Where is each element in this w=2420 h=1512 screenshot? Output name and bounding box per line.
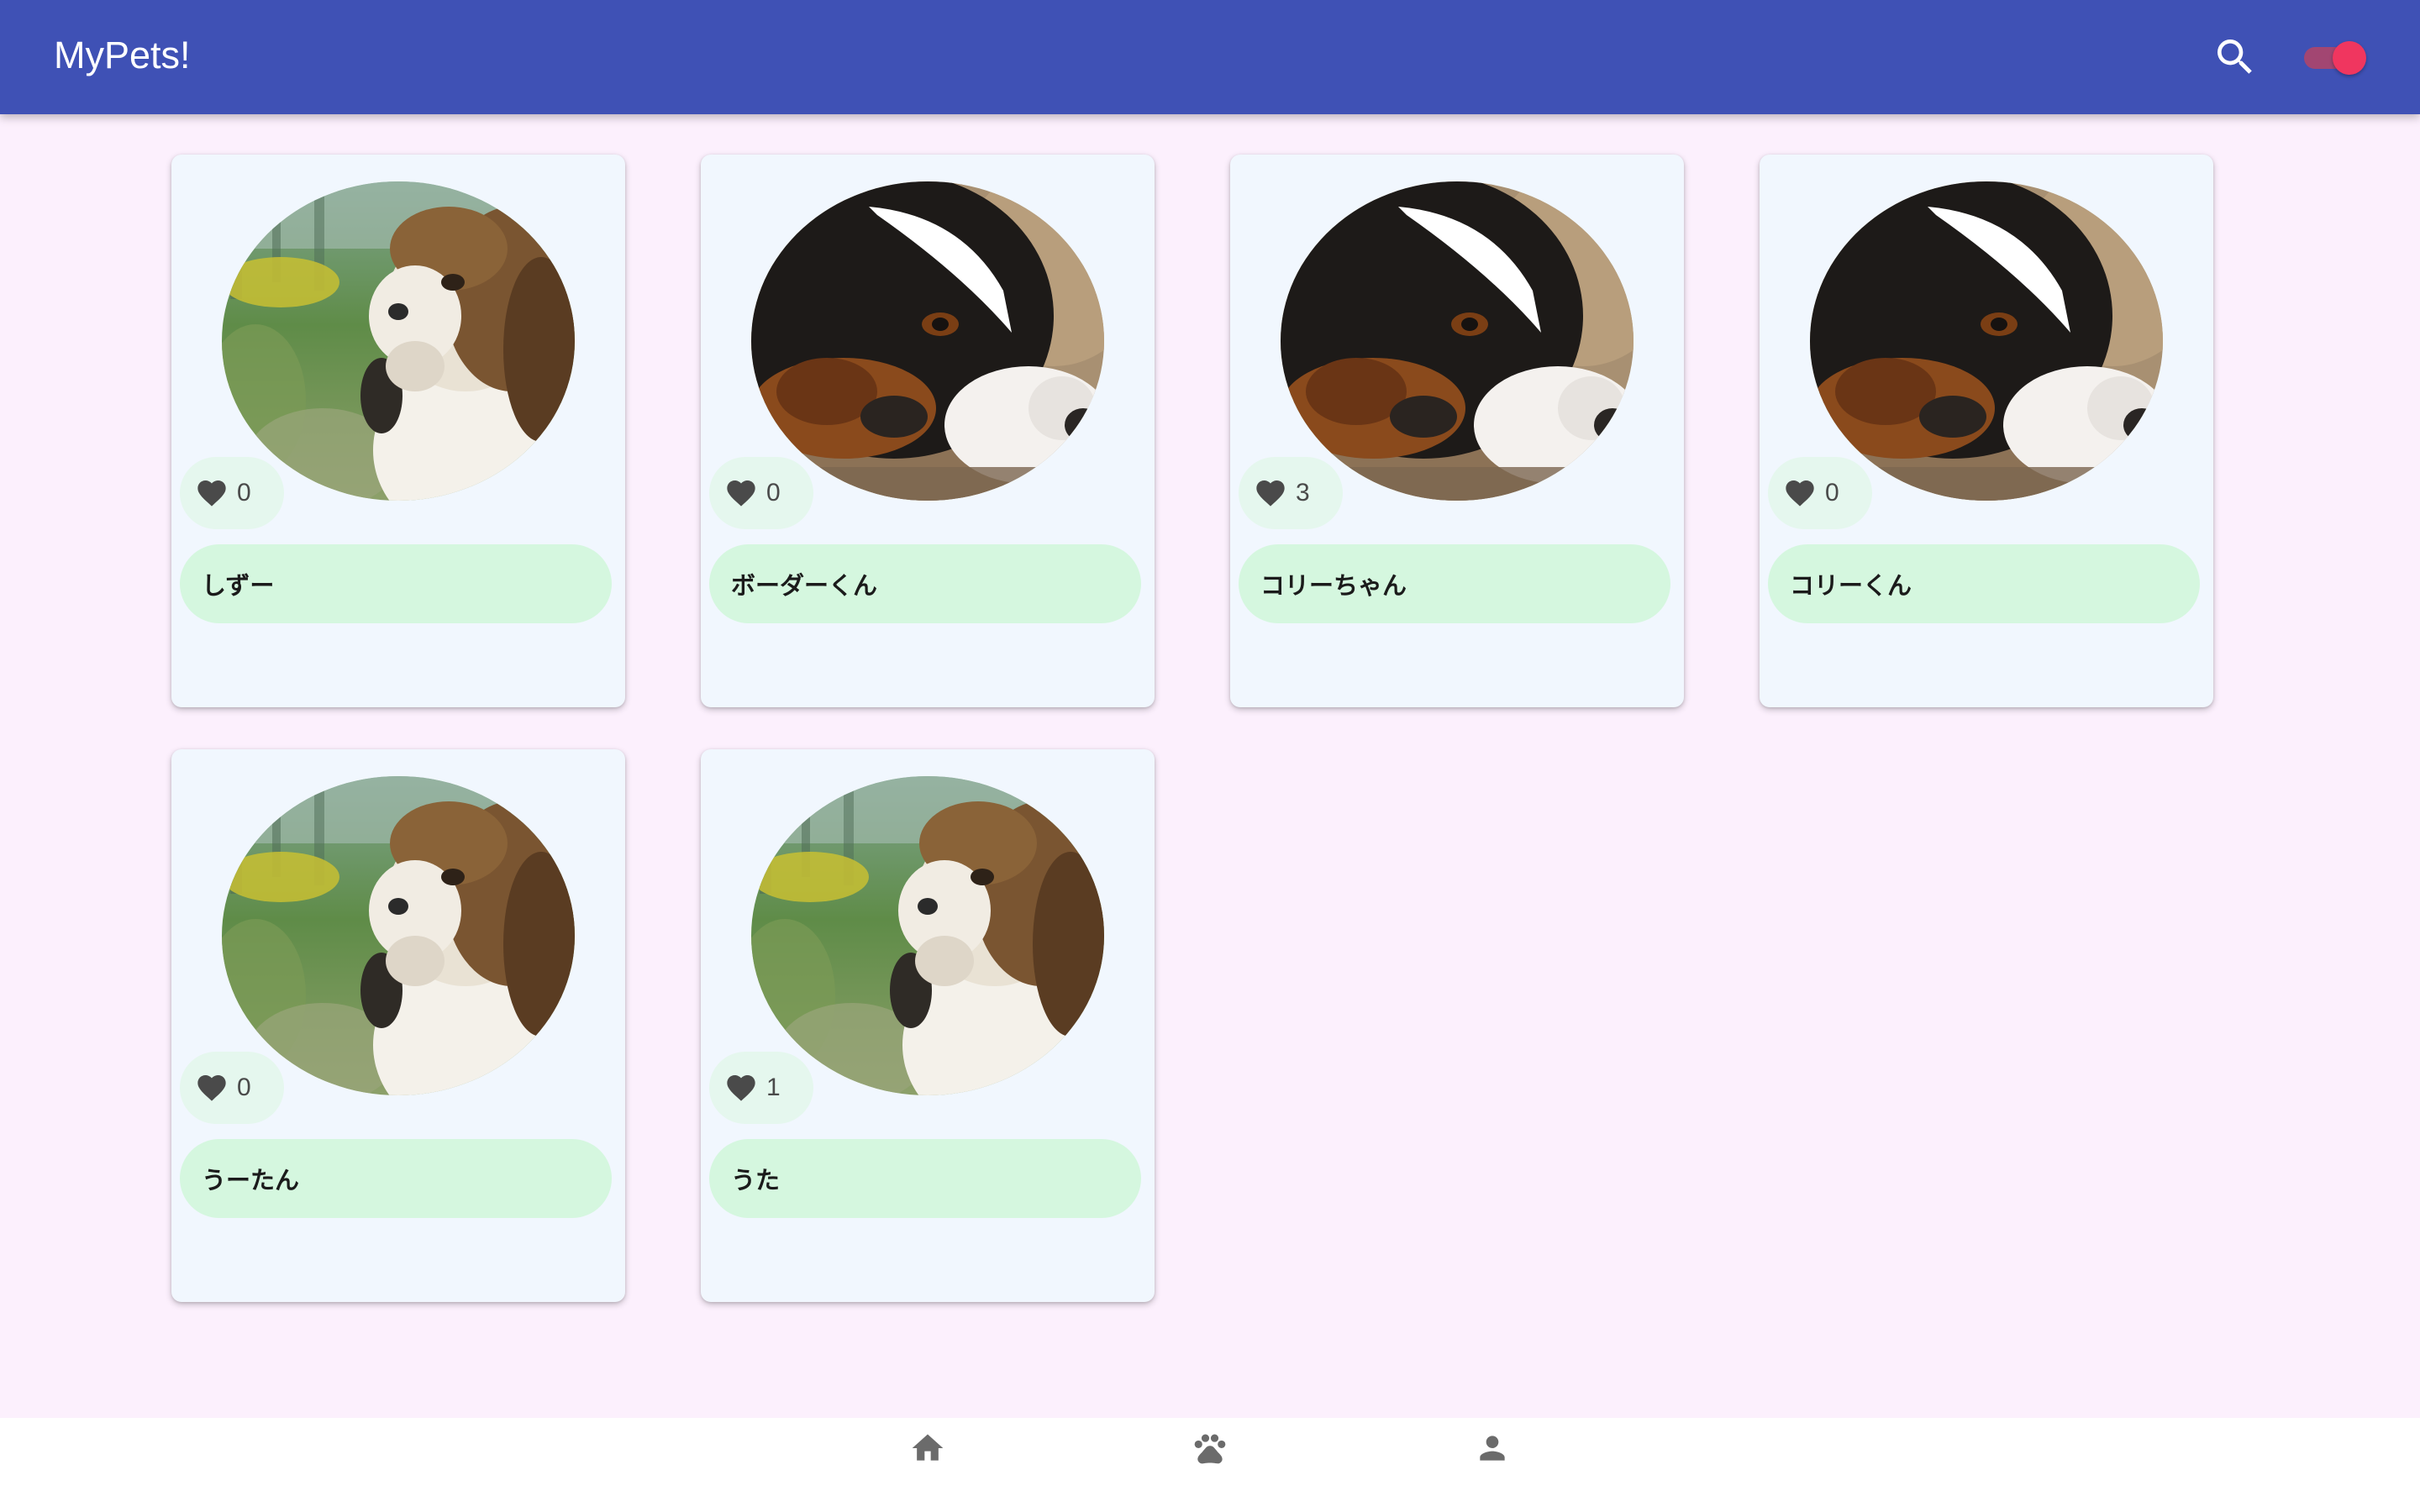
pet-photo-border-collie	[1810, 181, 2163, 501]
search-icon	[2217, 39, 2252, 74]
pet-name: コリーちゃん	[1260, 571, 1407, 600]
like-button[interactable]: 0	[180, 1052, 284, 1124]
pet-grid: 0 しずー 0 ボーダーくん 3 コリーちゃん 0 コリーくん 0 うーたん 1…	[0, 0, 2420, 1411]
heart-icon	[1256, 480, 1285, 507]
pet-card[interactable]: 0 うーたん	[171, 749, 625, 1302]
pet-name: うた	[731, 1166, 781, 1194]
pet-photo-shih-tzu	[222, 776, 575, 1095]
nav-pets[interactable]	[1172, 1430, 1248, 1505]
app-bar: MyPets!	[0, 0, 2420, 114]
like-button[interactable]: 0	[1768, 457, 1872, 529]
person-icon	[1480, 1436, 1505, 1461]
heart-icon	[197, 480, 226, 507]
pet-name-chip[interactable]: うーたん	[180, 1139, 612, 1218]
pet-card[interactable]: 0 しずー	[171, 155, 625, 707]
toggle-thumb	[2333, 41, 2366, 75]
heart-icon	[727, 480, 755, 507]
pet-photo-shih-tzu	[222, 181, 575, 501]
like-count: 3	[1296, 479, 1310, 507]
paw-icon	[1194, 1434, 1226, 1464]
pet-card[interactable]: 0 ボーダーくん	[701, 155, 1155, 707]
like-count: 0	[237, 479, 251, 507]
app-title: MyPets!	[54, 34, 191, 76]
heart-icon	[197, 1075, 226, 1101]
search-button[interactable]	[2208, 30, 2262, 84]
pet-photo-border-collie	[1281, 181, 1634, 501]
pet-card[interactable]: 3 コリーちゃん	[1230, 155, 1684, 707]
pet-name-chip[interactable]: うた	[709, 1139, 1141, 1218]
pet-name: コリーくん	[1790, 571, 1912, 600]
pet-name-chip[interactable]: コリーくん	[1768, 544, 2200, 623]
pet-name: ボーダーくん	[731, 571, 878, 600]
like-count: 0	[1825, 479, 1839, 507]
pet-name: しずー	[202, 571, 275, 600]
heart-icon	[727, 1075, 755, 1101]
app-root: MyPets! 0 しずー 0 ボーダーくん 3 コリーちゃん 0 コリーくん …	[0, 0, 2420, 1512]
heart-icon	[1786, 480, 1814, 507]
like-count: 0	[237, 1074, 251, 1101]
bottom-navigation	[0, 1418, 2420, 1512]
pet-card[interactable]: 0 コリーくん	[1760, 155, 2213, 707]
pet-photo-shih-tzu	[751, 776, 1104, 1095]
nav-profile[interactable]	[1455, 1430, 1530, 1505]
home-icon	[912, 1434, 944, 1461]
theme-toggle[interactable]	[2301, 39, 2368, 76]
like-button[interactable]: 0	[709, 457, 813, 529]
pet-name: うーたん	[202, 1166, 300, 1194]
like-count: 1	[766, 1074, 781, 1101]
like-button[interactable]: 1	[709, 1052, 813, 1124]
pet-name-chip[interactable]: コリーちゃん	[1239, 544, 1670, 623]
nav-home[interactable]	[890, 1430, 965, 1505]
like-count: 0	[766, 479, 781, 507]
like-button[interactable]: 0	[180, 457, 284, 529]
pet-name-chip[interactable]: ボーダーくん	[709, 544, 1141, 623]
pet-card[interactable]: 1 うた	[701, 749, 1155, 1302]
like-button[interactable]: 3	[1239, 457, 1343, 529]
pet-photo-border-collie	[751, 181, 1104, 501]
pet-name-chip[interactable]: しずー	[180, 544, 612, 623]
